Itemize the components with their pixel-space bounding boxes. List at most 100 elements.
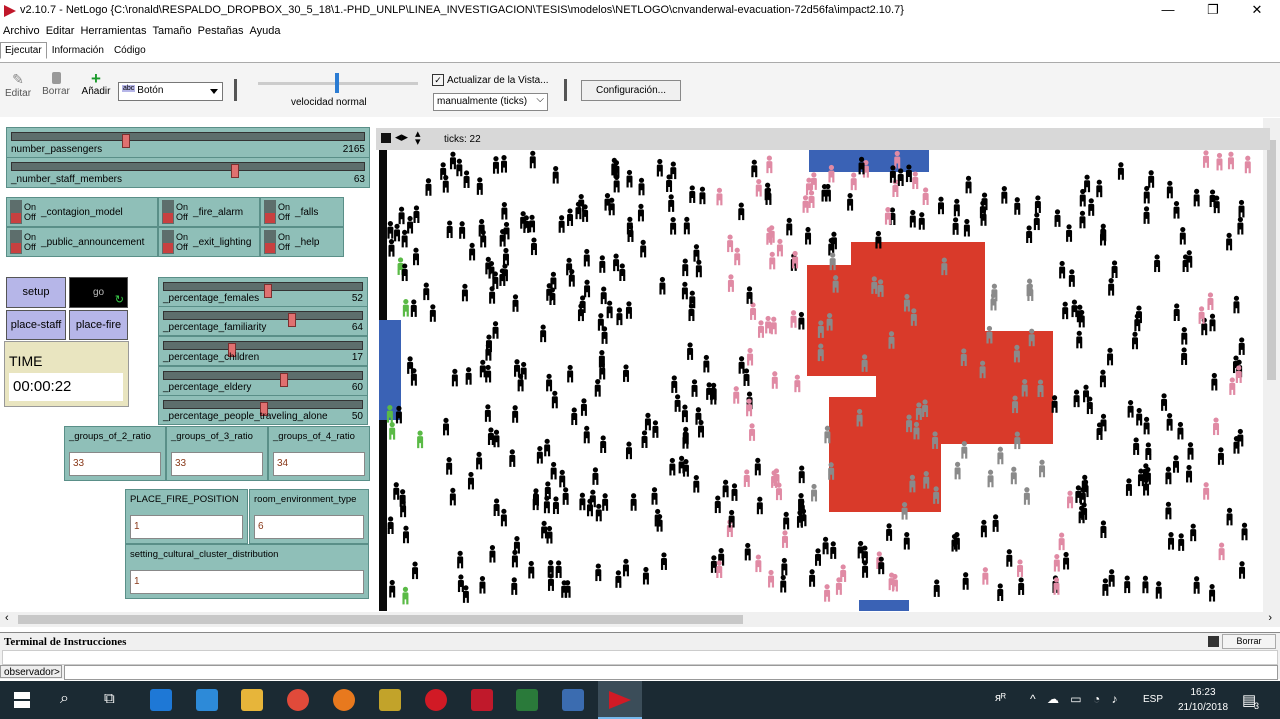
input-field[interactable]: 6 — [254, 515, 364, 539]
vertical-scroll-thumb[interactable] — [1267, 140, 1276, 380]
netlogo-taskbar-item[interactable] — [598, 681, 642, 719]
scroll-right-icon[interactable]: › — [1268, 612, 1272, 624]
input-place-fire-position[interactable]: PLACE_FIRE_POSITION 1 — [125, 489, 248, 544]
slider-knob[interactable] — [121, 134, 130, 148]
app-icon[interactable] — [516, 689, 538, 711]
update-view-checkbox[interactable]: ✓ Actualizar de la Vista... — [432, 74, 549, 86]
switch-exit-lighting[interactable]: On Off _exit_lighting — [158, 227, 260, 257]
store-icon[interactable] — [196, 689, 218, 711]
command-input[interactable] — [64, 665, 1278, 680]
arrows-vertical-icon[interactable]: ▴ ▾ — [415, 129, 421, 148]
user-tray-icon[interactable]: ᴙᴿ — [995, 692, 1006, 704]
clear-button[interactable]: Borrar — [1222, 634, 1276, 649]
switch-fire-alarm[interactable]: On Off _fire_alarm — [158, 197, 260, 227]
place-fire-button[interactable]: place-fire — [69, 310, 128, 340]
vertical-scrollbar[interactable] — [1263, 118, 1280, 612]
search-icon[interactable]: ⌕ — [60, 690, 69, 708]
slider-percentage-familiarity[interactable]: _percentage_familiarity 64 — [158, 306, 368, 336]
place-staff-button[interactable]: place-staff — [6, 310, 66, 340]
maximize-button[interactable]: ❐ — [1191, 0, 1235, 22]
clock[interactable]: 16:23 21/10/2018 — [1172, 685, 1234, 715]
app-icon[interactable] — [471, 689, 493, 711]
update-mode-select[interactable]: manualmente (ticks) ⌵ — [433, 93, 548, 111]
app-icon[interactable] — [379, 689, 401, 711]
switch-toggle[interactable] — [162, 200, 174, 224]
input-field[interactable]: 33 — [171, 452, 263, 476]
slider-track[interactable] — [163, 311, 363, 327]
observer-prompt[interactable]: observador> — [0, 665, 62, 678]
input-field[interactable]: 1 — [130, 570, 364, 594]
switch-toggle[interactable] — [264, 230, 276, 254]
world-view[interactable] — [379, 150, 1259, 611]
slider-knob[interactable] — [263, 284, 272, 298]
slider-knob[interactable] — [230, 164, 239, 178]
menu-ayuda[interactable]: Ayuda — [246, 22, 283, 40]
switch-falls[interactable]: On Off _falls — [260, 197, 344, 227]
input-groups-of-3-ratio[interactable]: _groups_of_3_ratio 33 — [166, 426, 268, 481]
input-field[interactable]: 34 — [273, 452, 365, 476]
horizontal-scroll-thumb[interactable] — [18, 615, 743, 624]
horizontal-scrollbar[interactable]: ‹ › — [0, 612, 1280, 627]
slider-track[interactable] — [163, 400, 363, 416]
tray-icons[interactable]: ^ ☁ ▭ ◔ ♪ — [1030, 692, 1122, 706]
slider-track[interactable] — [163, 341, 363, 357]
slider-track[interactable] — [11, 162, 365, 178]
tab-ejecutar[interactable]: Ejecutar — [0, 42, 47, 59]
minimize-button[interactable]: — — [1146, 0, 1190, 22]
file-explorer-icon[interactable] — [241, 689, 263, 711]
switch-toggle[interactable] — [10, 230, 22, 254]
edge-icon[interactable] — [150, 689, 172, 711]
setup-button[interactable]: setup — [6, 277, 66, 308]
scroll-left-icon[interactable]: ‹ — [5, 612, 9, 624]
switch-contagion-model[interactable]: On Off _contagion_model — [6, 197, 158, 227]
switch-public-announcement[interactable]: On Off _public_announcement — [6, 227, 158, 257]
firefox-icon[interactable] — [333, 689, 355, 711]
slider-knob[interactable] — [279, 373, 288, 387]
slider-knob[interactable] — [287, 313, 296, 327]
switch-toggle[interactable] — [10, 200, 22, 224]
tab-informacion[interactable]: Información — [47, 42, 109, 59]
menu-pestanas[interactable]: Pestañas — [195, 22, 247, 40]
expand-icon[interactable] — [1208, 636, 1219, 647]
speed-slider-knob[interactable] — [335, 73, 339, 93]
widget-type-select[interactable]: abc Botón — [118, 82, 223, 101]
settings-button[interactable]: Configuración... — [581, 80, 681, 101]
slider-number-passengers[interactable]: number_passengers 2165 — [6, 127, 370, 158]
input-setting-cultural-cluster-distribution[interactable]: setting_cultural_cluster_distribution 1 — [125, 544, 369, 599]
slider-percentage-people-traveling-alone[interactable]: _percentage_people_traveling_alone 50 — [158, 395, 368, 425]
arrows-horizontal-icon[interactable]: ◂▸ — [395, 129, 408, 145]
switch-toggle[interactable] — [264, 200, 276, 224]
input-field[interactable]: 33 — [69, 452, 161, 476]
switch-toggle[interactable] — [162, 230, 174, 254]
speed-slider[interactable] — [258, 73, 418, 93]
input-groups-of-2-ratio[interactable]: _groups_of_2_ratio 33 — [64, 426, 166, 481]
virtualbox-icon[interactable] — [562, 689, 584, 711]
task-view-icon[interactable]: ⧉ — [104, 690, 115, 707]
menu-editar[interactable]: Editar — [43, 22, 78, 40]
add-button[interactable]: + Añadir — [80, 70, 112, 97]
slider-percentage-children[interactable]: _percentage_children 17 — [158, 336, 368, 366]
menu-herramientas[interactable]: Herramientas — [77, 22, 149, 40]
input-groups-of-4-ratio[interactable]: _groups_of_4_ratio 34 — [268, 426, 370, 481]
close-button[interactable]: ✕ — [1235, 0, 1279, 22]
go-button[interactable]: go ↻ — [69, 277, 128, 308]
windows-start-icon[interactable] — [14, 692, 30, 708]
switch-help[interactable]: On Off _help — [260, 227, 344, 257]
slider-number-staff-members[interactable]: _number_staff_members 63 — [6, 157, 370, 188]
view-settings-icon[interactable] — [381, 133, 391, 143]
menu-tamano[interactable]: Tamaño — [149, 22, 194, 40]
input-field[interactable]: 1 — [130, 515, 243, 539]
opera-icon[interactable] — [425, 689, 447, 711]
slider-track[interactable] — [11, 132, 365, 148]
slider-track[interactable] — [163, 282, 363, 298]
menu-archivo[interactable]: Archivo — [0, 22, 43, 40]
input-room-environment-type[interactable]: room_environment_type 6 — [249, 489, 369, 544]
edit-button[interactable]: ✎ Editar — [4, 71, 32, 99]
chrome-icon[interactable] — [287, 689, 309, 711]
slider-percentage-females[interactable]: _percentage_females 52 — [158, 277, 368, 307]
slider-percentage-eldery[interactable]: _percentage_eldery 60 — [158, 366, 368, 396]
tab-codigo[interactable]: Código — [109, 42, 151, 59]
slider-track[interactable] — [163, 371, 363, 387]
delete-button[interactable]: Borrar — [40, 71, 72, 97]
language-indicator[interactable]: ESP — [1143, 694, 1163, 705]
